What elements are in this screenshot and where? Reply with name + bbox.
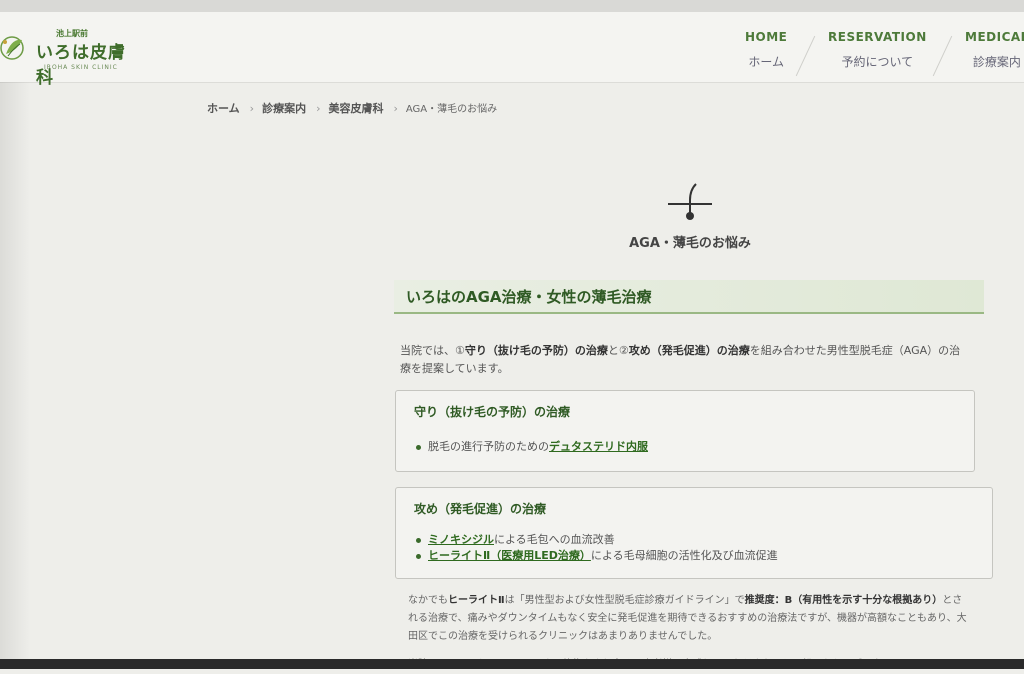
screen-edge-shadow bbox=[0, 82, 30, 669]
nav-medical[interactable]: MEDICAL 診療案内 bbox=[965, 30, 1024, 70]
site-header: 池上駅前 いろは皮膚科 IROHA SKIN CLINIC HOME ホーム R… bbox=[0, 12, 1024, 88]
breadcrumb-separator: › bbox=[393, 102, 398, 115]
section-heading: いろはのAGA治療・女性の薄毛治療 bbox=[394, 280, 984, 314]
list-item: 脱毛の進行予防のためのデュタステリド内服 bbox=[416, 439, 648, 455]
clinic-logo[interactable]: 池上駅前 いろは皮膚科 IROHA SKIN CLINIC bbox=[0, 26, 140, 88]
breadcrumb-separator: › bbox=[249, 102, 255, 115]
footnote-bold: ヒーライトⅡ bbox=[448, 595, 505, 606]
minoxidil-link[interactable]: ミノキシジル bbox=[428, 533, 494, 546]
logo-english: IROHA SKIN CLINIC bbox=[44, 64, 118, 71]
defense-list: 脱毛の進行予防のためのデュタステリド内服 bbox=[416, 439, 648, 455]
nav-reservation-en: RESERVATION bbox=[828, 30, 927, 44]
page-title: AGA・薄毛のお悩み bbox=[629, 236, 751, 251]
footnote-text: は「男性型および女性型脱毛症診療ガイドライン」で bbox=[504, 595, 745, 606]
footnote-text: なかでも bbox=[408, 595, 448, 606]
nav-medical-jp: 診療案内 bbox=[972, 55, 1021, 69]
monitor-bezel bbox=[0, 659, 1024, 669]
breadcrumb-cosmetic[interactable]: 美容皮膚科 bbox=[328, 102, 383, 115]
nav-reservation[interactable]: RESERVATION 予約について bbox=[828, 30, 927, 70]
nav-divider bbox=[932, 35, 953, 77]
nav-divider bbox=[795, 35, 816, 77]
defense-treatment-box: 守り（抜け毛の予防）の治療 脱毛の進行予防のためのデュタステリド内服 bbox=[395, 390, 975, 472]
footnote-paragraph: なかでもヒーライトⅡは「男性型および女性型脱毛症診療ガイドライン」で推奨度：B（… bbox=[408, 592, 968, 646]
footnote-bold: 推奨度：B（有用性を示す十分な根拠あり） bbox=[744, 595, 943, 606]
intro-paragraph: 当院では、①守り（抜け毛の予防）の治療と②攻め（発毛促進）の治療を組み合わせた男… bbox=[400, 342, 970, 378]
hair-follicle-icon bbox=[668, 183, 712, 220]
breadcrumb-medical[interactable]: 診療案内 bbox=[262, 102, 306, 115]
dutasteride-link[interactable]: デュタステリド内服 bbox=[549, 440, 648, 453]
logo-name: いろは皮膚科 bbox=[36, 43, 126, 88]
list-item-text: による毛包への血流改善 bbox=[494, 533, 615, 546]
offense-list: ミノキシジルによる毛包への血流改善 ヒーライトⅡ（医療用LED治療）による毛母細… bbox=[416, 532, 778, 564]
list-item-text: による毛母細胞の活性化及び血流促進 bbox=[590, 549, 778, 562]
breadcrumb-separator: › bbox=[316, 102, 321, 115]
list-item: ミノキシジルによる毛包への血流改善 bbox=[416, 532, 778, 548]
nav-home-jp: ホーム bbox=[748, 55, 785, 69]
nav-medical-en: MEDICAL bbox=[965, 30, 1024, 44]
list-item: ヒーライトⅡ（医療用LED治療）による毛母細胞の活性化及び血流促進 bbox=[416, 548, 778, 564]
intro-text-2: と② bbox=[607, 344, 629, 357]
breadcrumb-current: AGA・薄毛のお悩み bbox=[405, 104, 498, 115]
nav-home[interactable]: HOME ホーム bbox=[745, 30, 787, 70]
section-heading-text: いろはのAGA治療・女性の薄毛治療 bbox=[406, 288, 652, 306]
list-item-text: 脱毛の進行予防のための bbox=[428, 440, 549, 453]
leaf-logo-icon bbox=[0, 36, 24, 60]
offense-box-title: 攻め（発毛促進）の治療 bbox=[414, 502, 547, 516]
breadcrumb: ホーム › 診療案内 › 美容皮膚科 › AGA・薄毛のお悩み bbox=[207, 100, 503, 116]
defense-box-title: 守り（抜け毛の予防）の治療 bbox=[414, 405, 571, 419]
intro-bold-offense: 攻め（発毛促進）の治療 bbox=[628, 344, 750, 357]
healite-link[interactable]: ヒーライトⅡ（医療用LED治療） bbox=[428, 549, 591, 562]
breadcrumb-home[interactable]: ホーム bbox=[207, 102, 240, 115]
intro-text-1: 当院では、① bbox=[400, 344, 465, 357]
nav-home-en: HOME bbox=[745, 30, 788, 44]
nav-reservation-jp: 予約について bbox=[841, 55, 914, 69]
offense-treatment-box: 攻め（発毛促進）の治療 ミノキシジルによる毛包への血流改善 ヒーライトⅡ（医療用… bbox=[395, 487, 993, 579]
intro-bold-defense: 守り（抜け毛の予防）の治療 bbox=[464, 344, 608, 357]
